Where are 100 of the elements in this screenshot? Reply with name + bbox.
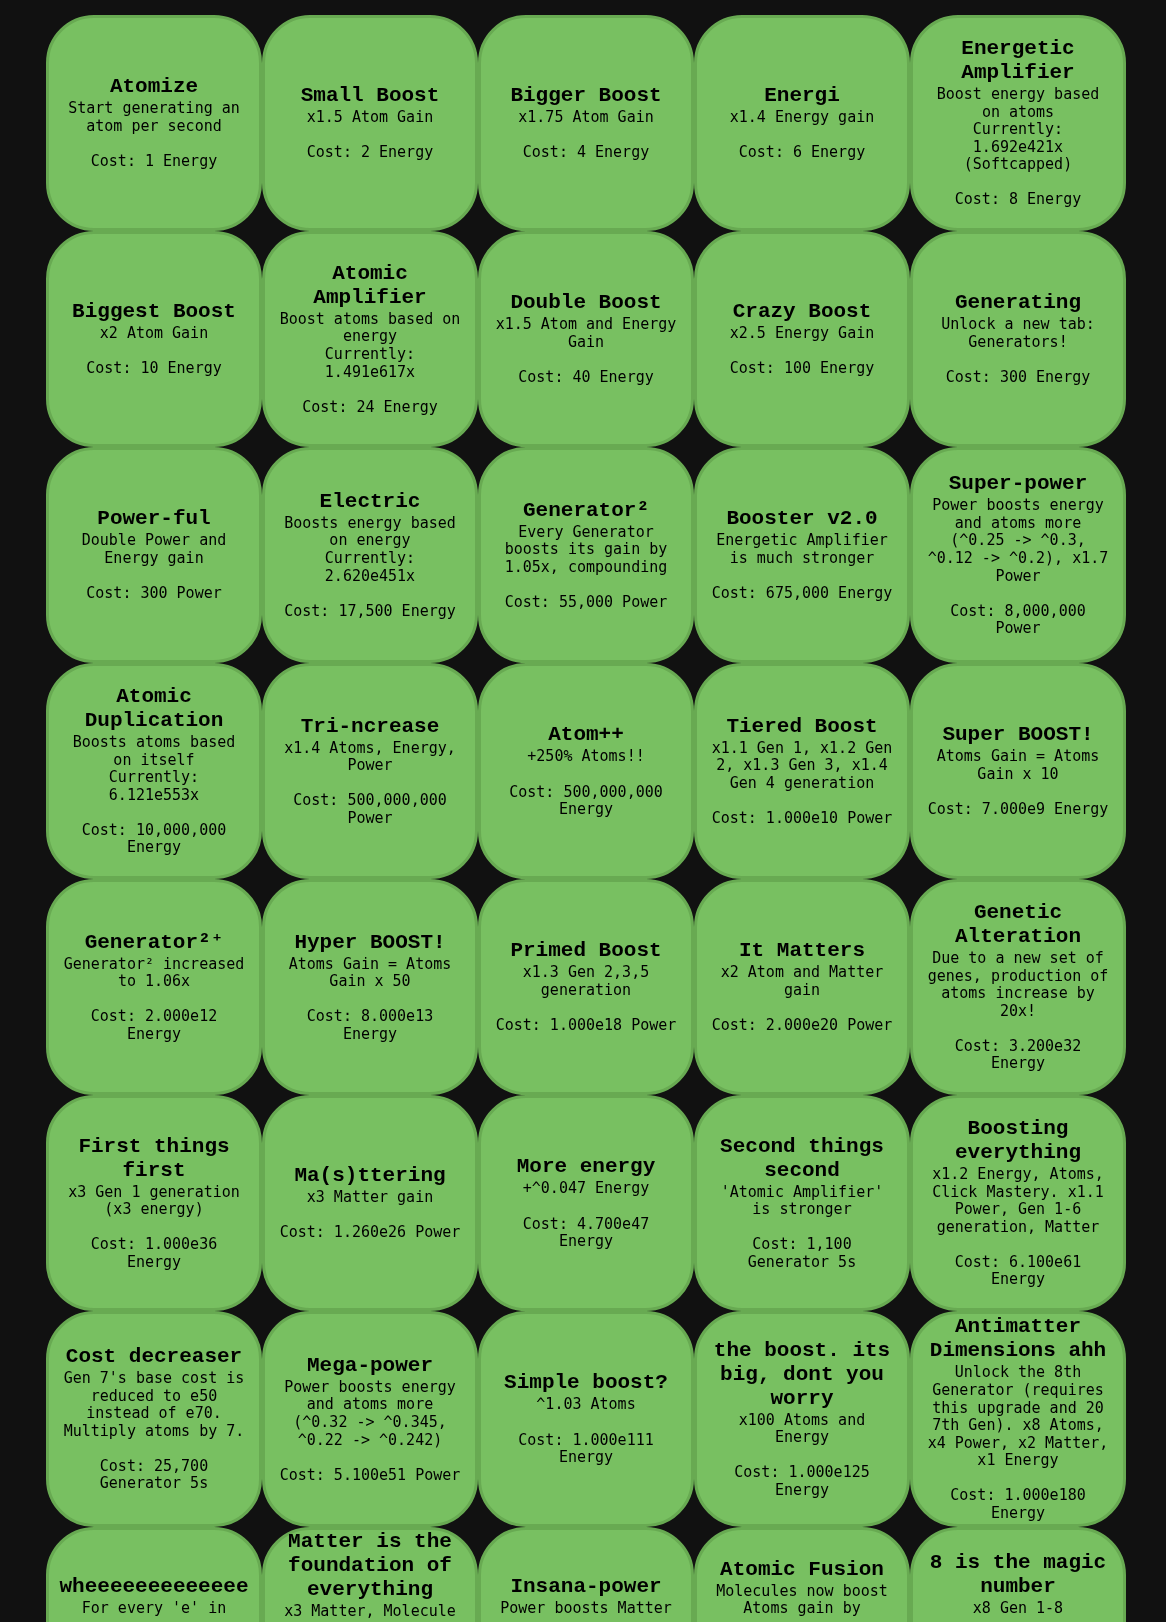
upgrade-card[interactable]: Super BOOST! Atoms Gain = Atoms Gain x 10 Cost: 7.000e9 Energy (910, 663, 1126, 879)
upgrade-cost: Cost: 1,100 Generator 5s (746, 1236, 858, 1272)
upgrade-card[interactable]: First things first x3 Gen 1 generation (x3 energy) Cost: 1.000e36 Energy (46, 1095, 262, 1311)
upgrade-card[interactable]: Electric Boosts energy based on energy Currently: 2.620e451x Cost: 17,500 Energy (262, 447, 478, 663)
upgrade-card[interactable]: Ma(s)ttering x3 Matter gain Cost: 1.260e26 Power (262, 1095, 478, 1311)
upgrade-description: x3 Matter, Molecule (283, 1603, 457, 1621)
upgrade-card[interactable]: 8 is the magic number x8 Gen 1-8 (910, 1527, 1126, 1622)
upgrade-description: x2.5 Energy Gain (728, 325, 876, 343)
upgrade-card[interactable]: Tiered Boost x1.1 Gen 1, x1.2 Gen 2, x1.3 Gen 3, x1.4 Gen 4 generation Cost: 1.000e10 Power (694, 663, 910, 879)
upgrade-card[interactable]: Energetic Amplifier Boost energy based on atoms Currently: 1.692e421x (Softcapped) Cost: 8 Energy (910, 15, 1126, 231)
upgrade-cost: Cost: 300 Power (85, 585, 223, 603)
upgrade-description: x3 Gen 1 generation (x3 energy) (67, 1183, 241, 1219)
upgrade-effect: Currently: 1.491e617x (323, 345, 417, 382)
upgrade-card[interactable]: Mega-power Power boosts energy and atoms more (^0.32 -> ^0.345, ^0.22 -> ^0.242) Cost: 5.100e51 Power (262, 1311, 478, 1527)
upgrade-description: x1.4 Energy gain (728, 109, 876, 127)
upgrade-card[interactable]: Super-power Power boosts energy and atoms more (^0.25 -> ^0.3, ^0.12 -> ^0.2), x1.7 Power Cost: 8,000,000 Power (910, 447, 1126, 663)
upgrade-cost: Cost: 500,000,000 Power (292, 792, 448, 828)
upgrade-title: Mega-power (306, 1353, 434, 1378)
upgrade-card[interactable]: Generating Unlock a new tab: Generators! Cost: 300 Energy (910, 231, 1126, 447)
upgrade-description: Atoms Gain = Atoms Gain x 10 (935, 748, 1101, 784)
upgrade-cost: Cost: 6 Energy (737, 144, 867, 162)
upgrade-card[interactable]: Atomic Duplication Boosts atoms based on itself Currently: 6.121e553x Cost: 10,000,000 Energy (46, 663, 262, 879)
upgrade-description: Unlock a new tab: Generators! (940, 316, 1096, 352)
upgrade-card[interactable]: Antimatter Dimensions ahh Unlock the 8th Generator (requires this upgrade and 20 7th Gen). x8 Atoms, x4 Power, x2 Matter, x1 Energy Cost: 1.000e180 Energy (910, 1311, 1126, 1527)
upgrade-cost: Cost: 1.000e125 Energy (733, 1464, 871, 1500)
upgrade-card[interactable]: Power-ful Double Power and Energy gain Cost: 300 Power (46, 447, 262, 663)
upgrade-description: Power boosts energy and atoms more (^0.25 -> ^0.3, ^0.12 -> ^0.2), x1.7 Power (926, 497, 1110, 586)
upgrade-card[interactable]: Double Boost x1.5 Atom and Energy Gain Cost: 40 Energy (478, 231, 694, 447)
upgrade-card[interactable]: Generator² Every Generator boosts its gain by 1.05x, compounding Cost: 55,000 Power (478, 447, 694, 663)
upgrade-card[interactable]: Biggest Boost x2 Atom Gain Cost: 10 Energy (46, 231, 262, 447)
upgrade-card[interactable]: Simple boost? ^1.03 Atoms Cost: 1.000e111 Energy (478, 1311, 694, 1527)
upgrade-description: ^1.03 Atoms (535, 1396, 637, 1414)
upgrade-description: Double Power and Energy gain (80, 532, 228, 568)
upgrade-card[interactable]: Cost decreaser Gen 7's base cost is reduced to e50 instead of e70. Multiply atoms by 7. Cost: 25,700 Generator 5s (46, 1311, 262, 1527)
upgrade-card[interactable]: Small Boost x1.5 Atom Gain Cost: 2 Energy (262, 15, 478, 231)
upgrade-cost: Cost: 17,500 Energy (283, 602, 457, 621)
upgrade-title: Small Boost (299, 84, 441, 109)
upgrade-card[interactable]: Bigger Boost x1.75 Atom Gain Cost: 4 Energy (478, 15, 694, 231)
upgrade-card[interactable]: Matter is the foundation of everything x3 Matter, Molecule (262, 1527, 478, 1622)
upgrade-card[interactable]: More energy +^0.047 Energy Cost: 4.700e47 Energy (478, 1095, 694, 1311)
upgrade-title: Energi (763, 84, 841, 109)
upgrade-cost: Cost: 2.000e20 Power (710, 1017, 894, 1035)
upgrade-cost: Cost: 1.000e36 Energy (89, 1236, 219, 1272)
upgrade-title: Tiered Boost (725, 714, 879, 739)
upgrade-card[interactable]: the boost. its big, dont you worry x100 Atoms and Energy Cost: 1.000e125 Energy (694, 1311, 910, 1527)
upgrade-card[interactable]: Tri-ncrease x1.4 Atoms, Energy, Power Cost: 500,000,000 Power (262, 663, 478, 879)
upgrade-cost: Cost: 55,000 Power (503, 593, 669, 612)
upgrade-title: Atomic Duplication (83, 684, 225, 733)
upgrade-cost: Cost: 3.200e32 Energy (953, 1037, 1083, 1074)
upgrade-card[interactable]: Boosting everything x1.2 Energy, Atoms, Click Mastery. x1.1 Power, Gen 1-6 generation, Matter Cost: 6.100e61 Energy (910, 1095, 1126, 1311)
upgrade-title: Booster v2.0 (725, 507, 879, 532)
upgrade-title: Generator² (522, 498, 650, 523)
upgrade-cost: Cost: 10 Energy (85, 360, 223, 378)
upgrade-cost: Cost: 1.000e18 Power (494, 1017, 678, 1035)
upgrade-cost: Cost: 1.000e111 Energy (517, 1431, 655, 1467)
upgrade-description: Unlock the 8th Generator (requires this upgrade and 20 7th Gen). x8 Atoms, x4 Power, x2 Matter, x1 Energy (926, 1364, 1110, 1470)
upgrade-description: x8 Gen 1-8 (971, 1600, 1065, 1618)
upgrade-title: Antimatter Dimensions ahh (928, 1315, 1108, 1364)
upgrade-title: Double Boost (509, 291, 663, 316)
upgrade-title: Bigger Boost (509, 84, 663, 109)
upgrade-card[interactable]: Booster v2.0 Energetic Amplifier is much stronger Cost: 675,000 Energy (694, 447, 910, 663)
upgrade-title: Electric (318, 489, 422, 514)
upgrade-description: Boosts energy based on energy (283, 514, 457, 550)
upgrade-title: Ma(s)ttering (293, 1164, 447, 1189)
upgrade-title: It Matters (738, 939, 866, 964)
upgrade-card[interactable]: Atomize Start generating an atom per second Cost: 1 Energy (46, 15, 262, 231)
upgrade-card[interactable]: Atomic Amplifier Boost atoms based on energy Currently: 1.491e617x Cost: 24 Energy (262, 231, 478, 447)
upgrade-cost: Cost: 8,000,000 Power (949, 602, 1087, 638)
upgrade-card[interactable]: Genetic Alteration Due to a new set of genes, production of atoms increase by 20x! Cost: 3.200e32 Energy (910, 879, 1126, 1095)
upgrade-effect: Currently: 2.620e451x (323, 549, 417, 586)
upgrade-description: Gen 7's base cost is reduced to e50 instead of e70. Multiply atoms by 7. (62, 1369, 246, 1441)
upgrade-title: Primed Boost (509, 939, 663, 964)
upgrade-description: +250% Atoms!! (526, 748, 646, 766)
upgrade-description: x1.4 Atoms, Energy, Power (283, 739, 457, 775)
upgrade-cost: Cost: 4 Energy (521, 144, 651, 162)
upgrade-cost: Cost: 6.100e61 Energy (953, 1253, 1083, 1290)
upgrade-cost: Cost: 100 Energy (728, 360, 876, 378)
upgrade-title: More energy (515, 1155, 657, 1180)
upgrade-cost: Cost: 1.260e26 Power (278, 1224, 462, 1242)
upgrade-cost: Cost: 10,000,000 Energy (80, 821, 228, 858)
upgrade-card[interactable]: Second things second 'Atomic Amplifier' is stronger Cost: 1,100 Generator 5s (694, 1095, 910, 1311)
upgrade-card[interactable]: Hyper BOOST! Atoms Gain = Atoms Gain x 50 Cost: 8.000e13 Energy (262, 879, 478, 1095)
upgrade-description: Start generating an atom per second (67, 100, 241, 136)
upgrade-card[interactable]: Crazy Boost x2.5 Energy Gain Cost: 100 Energy (694, 231, 910, 447)
upgrade-title: Generator²⁺ (83, 930, 225, 955)
upgrade-description: Boost energy based on atoms (935, 85, 1101, 122)
upgrade-card[interactable]: wheeeeeeeeeeeee For every 'e' in (46, 1527, 262, 1622)
upgrade-card[interactable]: Generator²⁺ Generator² increased to 1.06x Cost: 2.000e12 Energy (46, 879, 262, 1095)
upgrade-cost: Cost: 1.000e180 Energy (949, 1487, 1087, 1523)
upgrade-title: Atom++ (547, 723, 625, 748)
upgrade-title: Cost decreaser (64, 1344, 244, 1369)
upgrade-title: Atomic Amplifier (312, 261, 428, 310)
upgrade-card[interactable]: Atom++ +250% Atoms!! Cost: 500,000,000 Energy (478, 663, 694, 879)
upgrade-card[interactable]: Primed Boost x1.3 Gen 2,3,5 generation Cost: 1.000e18 Power (478, 879, 694, 1095)
upgrade-title: First things first (77, 1134, 231, 1183)
upgrade-card[interactable]: It Matters x2 Atom and Matter gain Cost: 2.000e20 Power (694, 879, 910, 1095)
upgrade-card[interactable]: Insana-power Power boosts Matter (478, 1527, 694, 1622)
upgrade-card[interactable]: Atomic Fusion Molecules now boost Atoms gain by (694, 1527, 910, 1622)
upgrade-card[interactable]: Energi x1.4 Energy gain Cost: 6 Energy (694, 15, 910, 231)
upgrade-title: Generating (954, 291, 1082, 316)
